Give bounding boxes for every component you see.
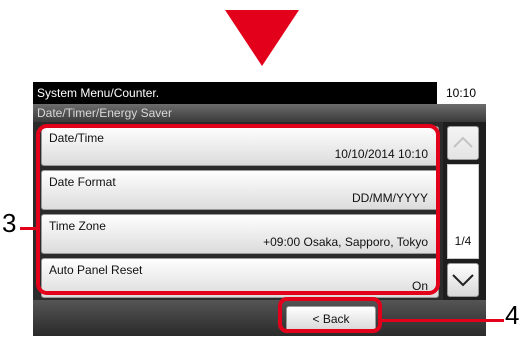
- scroll-down-button[interactable]: [447, 263, 479, 297]
- chevron-down-icon: [452, 274, 474, 287]
- chevron-up-icon: [453, 136, 473, 148]
- callout-number-list: 3: [2, 208, 17, 238]
- scroll-up-button[interactable]: [447, 126, 479, 160]
- page-indicator: 1/4: [454, 234, 472, 248]
- footer-bar: [33, 300, 486, 336]
- back-highlight: [278, 297, 382, 333]
- callout-line-back: [382, 319, 504, 322]
- list-highlight: [36, 124, 440, 295]
- breadcrumb: Date/Timer/Energy Saver: [33, 104, 486, 122]
- page-title: System Menu/Counter.: [33, 82, 437, 104]
- down-arrow-icon: [225, 10, 299, 66]
- title-bar: System Menu/Counter. 10:10: [33, 82, 486, 104]
- callout-line-list: [20, 227, 36, 230]
- clock: 10:10: [445, 86, 476, 100]
- callout-number-back: 4: [505, 300, 520, 330]
